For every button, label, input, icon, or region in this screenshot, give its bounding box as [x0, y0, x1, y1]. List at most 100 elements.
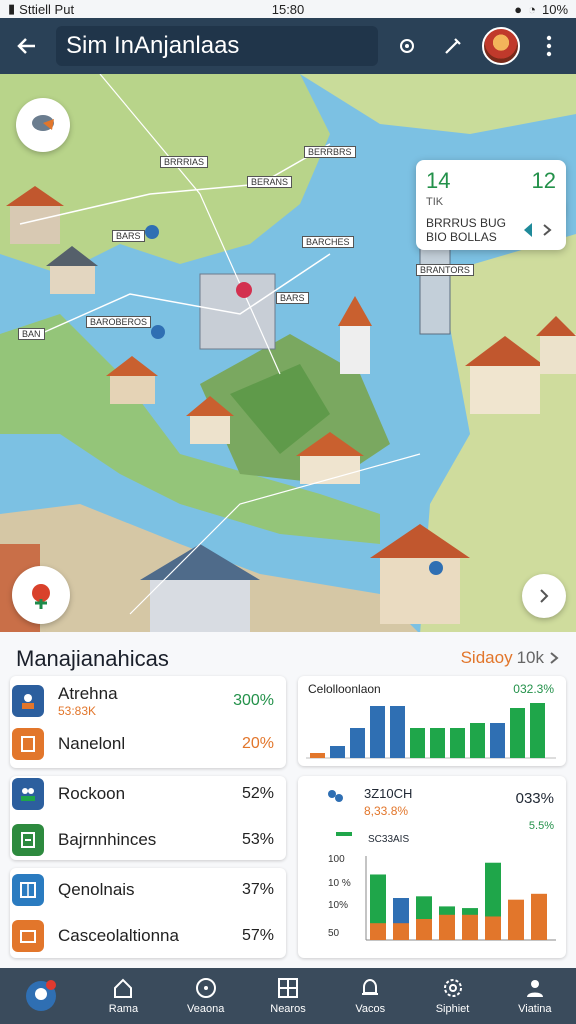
- y-tick-label: 100: [328, 854, 345, 865]
- list-item[interactable]: Nanelonl 20%: [12, 728, 274, 760]
- folder-icon: [12, 920, 44, 952]
- chart-bar-lower: [531, 923, 547, 940]
- person-icon: [12, 685, 44, 717]
- list-item[interactable]: Bajrnnhinces 53%: [12, 824, 274, 856]
- signal-icon: ▮: [8, 1, 16, 16]
- status-bar: ▮ Sttiell Put 15:80 ● ◔ 10%: [0, 0, 576, 18]
- table-icon: [12, 874, 44, 906]
- item-name: Rockoon: [58, 784, 126, 803]
- wifi-icon: ◔: [528, 1, 536, 17]
- map-label[interactable]: BRRRIAS: [160, 156, 209, 168]
- stat-line2: BIO BOLLAS: [426, 230, 497, 244]
- map-label[interactable]: BAROBEROS: [86, 316, 152, 328]
- chart-bar: [330, 746, 345, 758]
- nav-label: Vacos: [355, 1003, 386, 1015]
- more-menu-button[interactable]: [532, 29, 566, 63]
- app-title: Sim InAnjanlaas: [56, 26, 378, 66]
- list-item[interactable]: Rockoon 52%: [12, 778, 274, 810]
- chat-map-button[interactable]: [16, 98, 70, 152]
- map-label[interactable]: BRANTORS: [416, 264, 474, 276]
- item-value: 52%: [241, 785, 274, 802]
- chart-bar: [510, 708, 525, 758]
- nav-label: Siphiet: [435, 1003, 470, 1015]
- nav-tab-alerts[interactable]: Vacos: [329, 968, 411, 1024]
- grid-icon: [277, 978, 298, 998]
- app-bar: Sim InAnjanlaas: [0, 18, 576, 74]
- stat-left-value: 14: [426, 168, 451, 193]
- map-label[interactable]: BARS: [112, 230, 145, 242]
- profile-badge-icon: [26, 980, 57, 1011]
- list-item[interactable]: Qenolnais 37%: [12, 874, 274, 906]
- nav-tab-settings[interactable]: Siphiet: [411, 968, 493, 1024]
- stat-right-value: 12: [531, 168, 556, 193]
- location-button[interactable]: [12, 566, 70, 624]
- avatar[interactable]: [482, 27, 520, 65]
- list-item[interactable]: Atrehna 53:83K 300%: [12, 684, 274, 718]
- chart-bar-lower: [416, 919, 432, 940]
- chart-bar-lower: [439, 914, 455, 940]
- map-stats-card[interactable]: 14 12 TIK BRRRUS BUG BIO BOLLAS: [416, 160, 566, 250]
- item-value: 57%: [241, 927, 274, 944]
- nav-label: Nearos: [270, 1003, 306, 1015]
- users-icon: [12, 778, 44, 810]
- map-label[interactable]: BERRBRS: [304, 146, 356, 158]
- item-value: 300%: [233, 692, 274, 709]
- nav-tab-home[interactable]: Rama: [82, 968, 164, 1024]
- map-label[interactable]: BAN: [18, 328, 45, 340]
- nav-label: Veaona: [187, 1003, 225, 1015]
- nav-user-avatar[interactable]: [0, 968, 82, 1024]
- chat-bubble-icon: [32, 115, 54, 131]
- gear-icon: [400, 39, 414, 53]
- section-title: Manajianahicas: [16, 646, 169, 671]
- filter-button[interactable]: [436, 29, 470, 63]
- location-icon: ●: [514, 1, 523, 17]
- chart-bar: [350, 728, 365, 758]
- list-item[interactable]: Casceolaltionna 57%: [12, 920, 274, 952]
- nav-tab-explore[interactable]: Veaona: [165, 968, 247, 1024]
- settings-button[interactable]: [390, 29, 424, 63]
- back-button[interactable]: [10, 29, 44, 63]
- map-label[interactable]: BERANS: [247, 176, 293, 188]
- next-button[interactable]: [522, 574, 566, 618]
- chevron-right-icon: [550, 652, 559, 664]
- item-value: 53%: [241, 831, 274, 848]
- y-tick-label: 10%: [328, 900, 348, 911]
- chart-bar: [470, 723, 485, 758]
- more-vertical-icon: [546, 35, 552, 57]
- compass-icon: [195, 978, 216, 998]
- bar-chart-card-top[interactable]: Celolloonlaon 032.3%: [298, 676, 566, 766]
- nav-label: Rama: [108, 1003, 139, 1015]
- chart-bar-lower: [462, 914, 478, 940]
- bar-chart-bottom: 100 10 % 10% 50: [328, 832, 556, 941]
- chart-bar: [410, 728, 425, 758]
- see-all-label: Sidaoy: [460, 648, 513, 667]
- summary-panel: Manajianahicas Sidaoy 10k Atrehna 53:83K…: [0, 632, 576, 968]
- flower-icon: [32, 584, 50, 609]
- nav-tab-grid[interactable]: Nearos: [247, 968, 329, 1024]
- city-map[interactable]: BRRRIAS BERRBRS BERANS BRANTORS BAROBERO…: [0, 74, 576, 632]
- direction-icon: [524, 223, 552, 237]
- chart-bar-lower: [485, 916, 501, 940]
- chart-bar: [530, 703, 545, 758]
- chart-bar: [310, 753, 325, 758]
- chart-bar: [390, 706, 405, 758]
- bottom-nav: Rama Veaona Nearos Vacos Siphiet Viatina: [0, 968, 576, 1024]
- battery-label: 10%: [541, 1, 569, 17]
- chart-bar: [450, 728, 465, 758]
- chart-bar: [430, 728, 445, 758]
- see-all-count: 10k: [516, 648, 544, 667]
- stat-line1: BRRRUS BUG: [426, 216, 507, 230]
- stat-sub-label: TIK: [426, 196, 444, 208]
- nav-tab-profile[interactable]: Viatina: [494, 968, 576, 1024]
- chart-bar-lower: [508, 919, 524, 940]
- bar-chart-card-bottom[interactable]: 3Z10CH 033% 8,33.8% 5.5% SC33AIS 100 10 %…: [298, 776, 566, 958]
- see-all-link[interactable]: Sidaoy 10k: [461, 648, 560, 668]
- item-name: Atrehna: [58, 684, 118, 703]
- gear-icon: [443, 979, 462, 997]
- y-tick-label: 50: [328, 928, 340, 939]
- chart-bar: [370, 706, 385, 758]
- map-label[interactable]: BARCHES: [302, 236, 354, 248]
- bell-icon: [362, 978, 379, 995]
- map-label[interactable]: BARS: [276, 292, 309, 304]
- item-value: 20%: [241, 735, 274, 752]
